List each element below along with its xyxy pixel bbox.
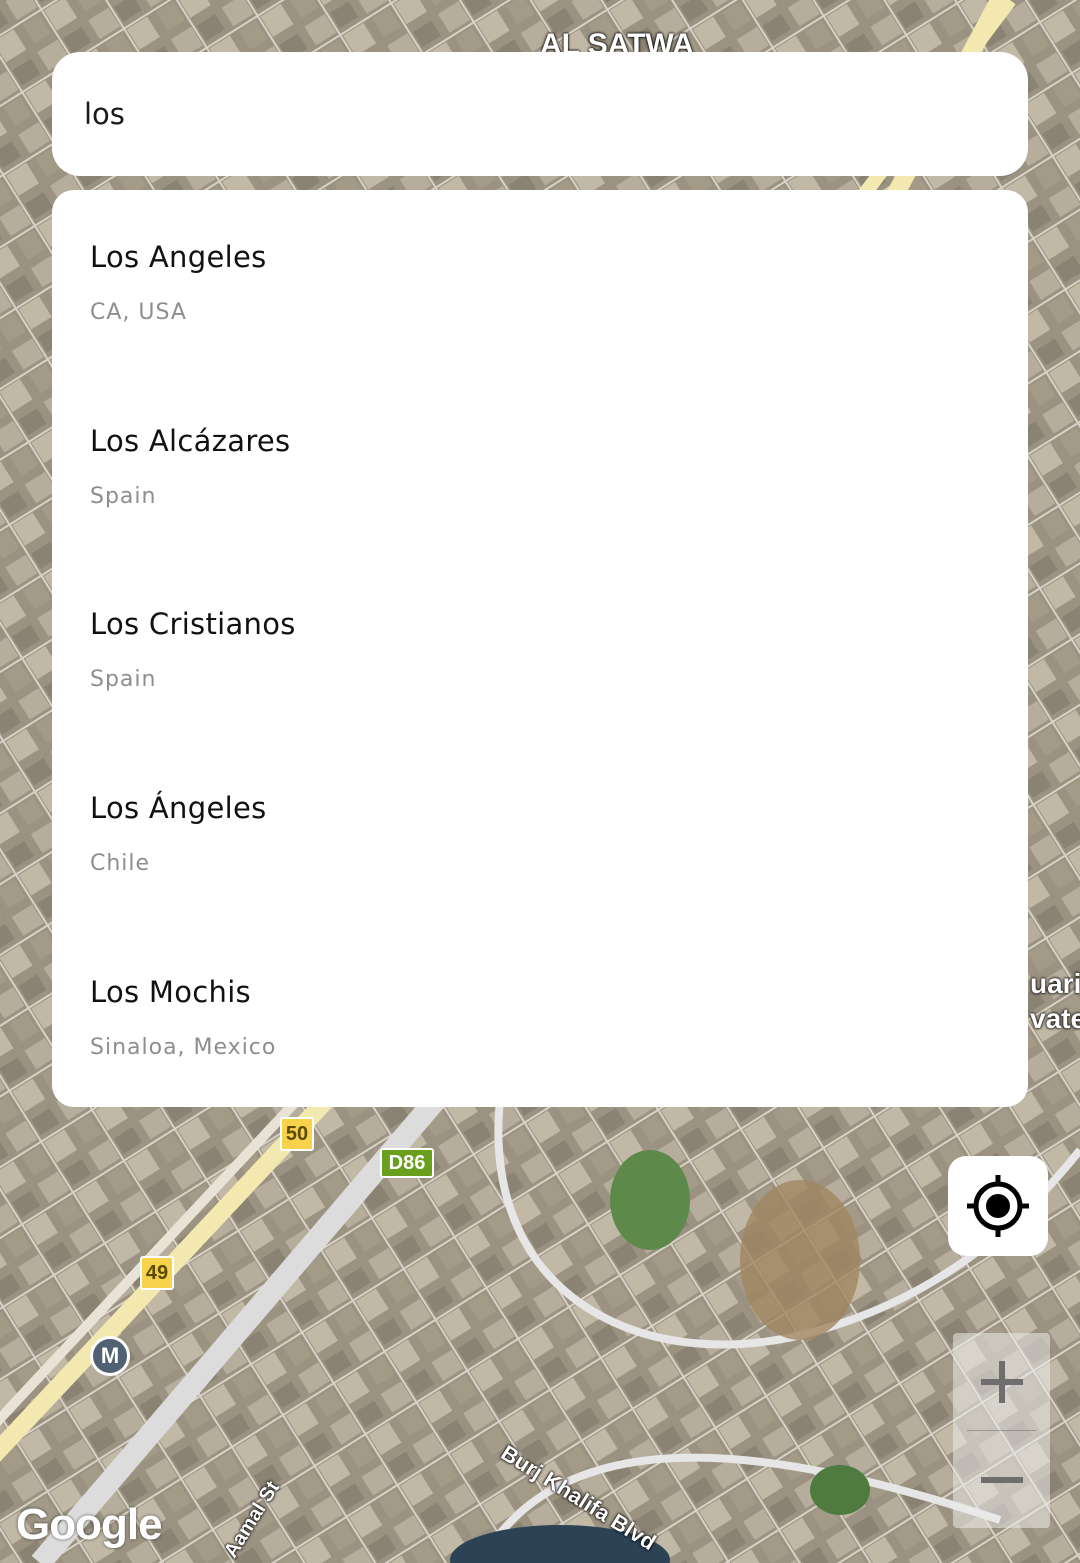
- map-label-partial: uari: [1030, 968, 1080, 999]
- zoom-control: [953, 1333, 1050, 1528]
- my-location-icon: [967, 1175, 1029, 1237]
- zoom-out-button[interactable]: [953, 1431, 1050, 1528]
- result-region: Sinaloa, Mexico: [90, 1035, 277, 1060]
- search-bar[interactable]: [52, 52, 1028, 176]
- route-shield: D86: [380, 1148, 434, 1178]
- result-name: Los Cristianos: [90, 607, 296, 641]
- map-label-partial: vate: [1030, 1003, 1080, 1034]
- result-region: Spain: [90, 667, 157, 692]
- result-region: Spain: [90, 484, 157, 509]
- route-shield: 49: [140, 1256, 174, 1290]
- plus-icon: [980, 1360, 1023, 1403]
- result-region: Chile: [90, 851, 151, 876]
- search-input[interactable]: [82, 96, 1028, 132]
- result-item[interactable]: Los Cristianos Spain: [52, 557, 1028, 740]
- result-item[interactable]: Los Mochis Sinaloa, Mexico: [52, 925, 1028, 1107]
- result-region: CA, USA: [90, 300, 187, 325]
- route-shield: 50: [280, 1117, 314, 1151]
- my-location-button[interactable]: [948, 1156, 1048, 1256]
- result-name: Los Ángeles: [90, 791, 267, 825]
- result-name: Los Mochis: [90, 975, 251, 1009]
- result-item[interactable]: Los Alcázares Spain: [52, 374, 1028, 557]
- minus-icon: [980, 1476, 1023, 1483]
- result-name: Los Alcázares: [90, 424, 291, 458]
- result-name: Los Angeles: [90, 240, 267, 274]
- result-item[interactable]: Los Angeles CA, USA: [52, 190, 1028, 373]
- google-logo: Google: [16, 1500, 163, 1549]
- metro-icon[interactable]: M: [90, 1336, 130, 1376]
- result-item[interactable]: Los Ángeles Chile: [52, 741, 1028, 924]
- search-results-list: Los Angeles CA, USA Los Alcázares Spain …: [52, 190, 1028, 1107]
- zoom-in-button[interactable]: [953, 1333, 1050, 1430]
